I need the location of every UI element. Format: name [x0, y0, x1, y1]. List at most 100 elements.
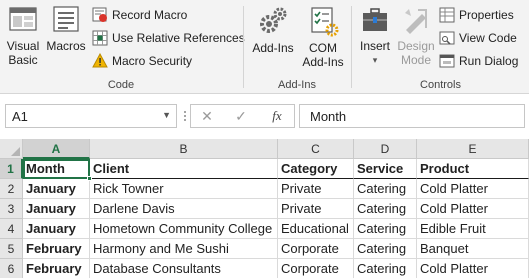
cell-d3[interactable]: Catering — [354, 199, 417, 219]
visual-basic-icon — [7, 4, 39, 36]
gears-icon — [257, 4, 289, 38]
macro-security-button[interactable]: Macro Security — [92, 51, 192, 71]
cell-c2[interactable]: Private — [278, 179, 354, 199]
insert-function-icon[interactable]: fx — [267, 108, 287, 124]
run-dialog-icon — [439, 53, 455, 69]
enter-icon[interactable]: ✓ — [231, 108, 251, 125]
cell-a2[interactable]: January — [23, 179, 90, 199]
cell-b6[interactable]: Database Consultants — [90, 259, 278, 278]
code-group: Visual Basic Macros Record Macro Use Rel… — [0, 0, 245, 94]
com-add-ins-button[interactable]: COM Add-Ins — [300, 4, 346, 69]
row-header-2[interactable]: 2 — [0, 179, 23, 199]
cell-e4[interactable]: Edible Fruit — [417, 219, 529, 239]
addins-group: Add-Ins COM Add-Ins Add-Ins — [244, 0, 350, 94]
fill-handle[interactable] — [87, 176, 92, 181]
macro-security-label: Macro Security — [112, 54, 193, 68]
active-cell-border — [23, 159, 90, 179]
cell-b2[interactable]: Rick Towner — [90, 179, 278, 199]
column-header-e[interactable]: E — [417, 139, 529, 159]
cell-c6[interactable]: Corporate — [278, 259, 354, 278]
cell-e6[interactable]: Cold Platter — [417, 259, 529, 278]
add-ins-label: Add-Ins — [252, 41, 294, 55]
formula-bar: A1 ▼ ✕ ✓ fx Month — [0, 94, 529, 138]
cancel-icon[interactable]: ✕ — [197, 108, 217, 125]
cell-d2[interactable]: Catering — [354, 179, 417, 199]
record-macro-button[interactable]: Record Macro — [92, 5, 187, 25]
run-dialog-label: Run Dialog — [459, 54, 519, 68]
design-mode-icon — [400, 4, 432, 36]
toolbox-icon — [359, 4, 391, 36]
design-mode-label-2: Mode — [400, 53, 432, 67]
visual-basic-label-1: Visual — [6, 39, 40, 53]
warning-icon — [92, 52, 108, 69]
name-box[interactable]: A1 ▼ — [5, 104, 177, 128]
record-macro-label: Record Macro — [112, 8, 188, 22]
relative-references-icon — [92, 30, 108, 46]
insert-dropdown-arrow[interactable]: ▾ — [356, 53, 394, 67]
column-header-b[interactable]: B — [90, 139, 278, 159]
use-relative-references-label: Use Relative References — [112, 31, 245, 45]
chevron-down-icon[interactable]: ▼ — [162, 110, 171, 120]
cell-d1[interactable]: Service — [354, 159, 417, 179]
formula-buttons: ✕ ✓ fx — [190, 104, 295, 128]
macros-icon — [50, 4, 82, 36]
use-relative-references-button[interactable]: Use Relative References — [92, 28, 245, 48]
properties-label: Properties — [459, 8, 514, 22]
cell-e2[interactable]: Cold Platter — [417, 179, 529, 199]
com-add-ins-label-2: Add-Ins — [302, 55, 344, 69]
design-mode-label-1: Design — [397, 39, 435, 53]
column-header-c[interactable]: C — [278, 139, 354, 159]
cell-d4[interactable]: Catering — [354, 219, 417, 239]
cell-e3[interactable]: Cold Platter — [417, 199, 529, 219]
ribbon: Visual Basic Macros Record Macro Use Rel… — [0, 0, 529, 94]
com-add-ins-label-1: COM — [309, 41, 337, 55]
name-box-value: A1 — [12, 109, 28, 124]
code-group-label: Code — [107, 79, 135, 91]
run-dialog-button[interactable]: Run Dialog — [439, 51, 518, 71]
cell-c1[interactable]: Category — [278, 159, 354, 179]
cell-c3[interactable]: Private — [278, 199, 354, 219]
cell-e5[interactable]: Banquet — [417, 239, 529, 259]
row-header-3[interactable]: 3 — [0, 199, 23, 219]
com-add-ins-icon — [307, 4, 339, 38]
cell-d6[interactable]: Catering — [354, 259, 417, 278]
column-header-d[interactable]: D — [354, 139, 417, 159]
cell-b1[interactable]: Client — [90, 159, 278, 179]
cell-b4[interactable]: Hometown Community College — [90, 219, 278, 239]
select-all-button[interactable] — [0, 139, 23, 159]
spreadsheet-grid: A B C D E 1 2 3 4 5 6 Month Client Categ… — [0, 139, 529, 278]
cell-c4[interactable]: Educational — [278, 219, 354, 239]
controls-group: Insert ▾ Design Mode Properties View Cod… — [352, 0, 529, 94]
visual-basic-button[interactable]: Visual Basic — [4, 4, 42, 67]
row-header-6[interactable]: 6 — [0, 259, 23, 278]
properties-button[interactable]: Properties — [439, 5, 514, 25]
macros-button[interactable]: Macros — [45, 4, 87, 53]
formula-input[interactable]: Month — [299, 104, 525, 128]
properties-icon — [439, 7, 455, 23]
cell-b5[interactable]: Harmony and Me Sushi — [90, 239, 278, 259]
row-header-4[interactable]: 4 — [0, 219, 23, 239]
column-header-a[interactable]: A — [23, 139, 90, 159]
record-macro-icon — [92, 7, 108, 23]
cell-c5[interactable]: Corporate — [278, 239, 354, 259]
row-header-5[interactable]: 5 — [0, 239, 23, 259]
visual-basic-label-2: Basic — [8, 53, 38, 67]
cell-a4[interactable]: January — [23, 219, 90, 239]
add-ins-button[interactable]: Add-Ins — [250, 4, 296, 55]
row-header-1[interactable]: 1 — [0, 159, 23, 179]
cell-a6[interactable]: February — [23, 259, 90, 278]
view-code-icon — [439, 30, 455, 46]
cell-b3[interactable]: Darlene Davis — [90, 199, 278, 219]
macros-label: Macros — [46, 39, 86, 53]
cell-a5[interactable]: February — [23, 239, 90, 259]
insert-controls-button[interactable]: Insert ▾ — [356, 4, 394, 67]
cell-e1[interactable]: Product — [417, 159, 529, 179]
insert-label: Insert — [359, 39, 390, 53]
addins-group-label: Add-Ins — [278, 79, 316, 91]
resize-handle-icon[interactable] — [181, 108, 189, 124]
design-mode-button[interactable]: Design Mode — [396, 4, 436, 67]
view-code-label: View Code — [459, 31, 517, 45]
cell-d5[interactable]: Catering — [354, 239, 417, 259]
cell-a3[interactable]: January — [23, 199, 90, 219]
view-code-button[interactable]: View Code — [439, 28, 517, 48]
